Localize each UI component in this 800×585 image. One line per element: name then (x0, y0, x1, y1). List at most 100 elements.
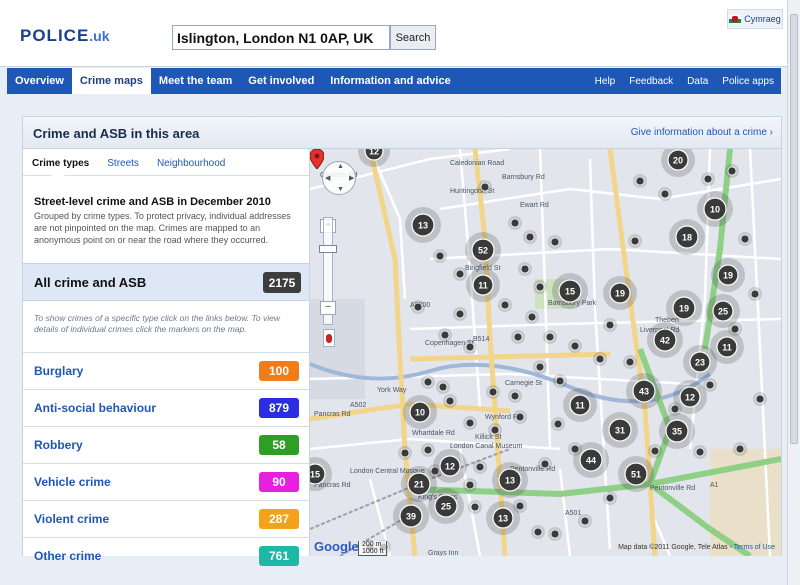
search-button[interactable]: Search (390, 25, 436, 50)
crime-cluster-marker[interactable]: 51 (618, 456, 654, 492)
crime-cluster-marker[interactable]: 39 (393, 498, 429, 534)
crime-cluster-marker[interactable]: 19 (666, 290, 702, 326)
crime-cluster-marker[interactable]: 43 (626, 373, 662, 409)
crime-marker-small[interactable] (553, 374, 567, 388)
crime-marker-small[interactable] (498, 298, 512, 312)
crime-cluster-marker[interactable]: 12 (433, 449, 467, 483)
crime-marker-small[interactable] (733, 442, 747, 456)
crime-marker-small[interactable] (511, 330, 525, 344)
nav-meet-the-team[interactable]: Meet the team (151, 68, 240, 94)
crime-marker-small[interactable] (453, 267, 467, 281)
crime-cluster-marker[interactable]: 44 (573, 442, 609, 478)
nav-feedback[interactable]: Feedback (622, 68, 680, 94)
crime-marker-small[interactable] (433, 249, 447, 263)
crime-cluster-marker[interactable]: 31 (602, 412, 638, 448)
pan-right-icon[interactable]: ▶ (349, 174, 354, 182)
crime-marker-small[interactable] (411, 300, 425, 314)
pan-control[interactable]: ▲ ▼ ◀ ▶ (322, 161, 356, 195)
crime-marker-small[interactable] (453, 307, 467, 321)
crime-marker-small[interactable] (603, 318, 617, 332)
crime-row-other-crime[interactable]: Other crime 761 (23, 537, 309, 574)
nav-data[interactable]: Data (680, 68, 715, 94)
street-view-pegman-icon[interactable] (323, 329, 335, 347)
crime-marker-small[interactable] (421, 375, 435, 389)
crime-marker-small[interactable] (525, 310, 539, 324)
crime-marker-small[interactable] (603, 491, 617, 505)
crime-cluster-marker[interactable]: 15 (552, 273, 588, 309)
crime-marker-small[interactable] (478, 180, 492, 194)
tab-neighbourhood[interactable]: Neighbourhood (148, 149, 234, 175)
crime-marker-small[interactable] (523, 230, 537, 244)
crime-cluster-marker[interactable]: 19 (711, 258, 745, 292)
nav-get-involved[interactable]: Get involved (240, 68, 322, 94)
nav-police-apps[interactable]: Police apps (715, 68, 781, 94)
crime-cluster-marker[interactable]: 13 (492, 462, 528, 498)
terms-of-use-link[interactable]: Terms of Use (734, 544, 775, 551)
crime-row-vehicle-crime[interactable]: Vehicle crime 90 (23, 463, 309, 500)
crime-cluster-marker[interactable]: 52 (465, 232, 501, 268)
crime-marker-small[interactable] (658, 187, 672, 201)
tab-streets[interactable]: Streets (98, 149, 148, 175)
crime-marker-small[interactable] (463, 340, 477, 354)
crime-cluster-marker[interactable]: 11 (466, 268, 500, 302)
crime-marker-small[interactable] (436, 380, 450, 394)
zoom-out-button[interactable]: − (320, 301, 336, 315)
crime-marker-small[interactable] (531, 525, 545, 539)
crime-marker-small[interactable] (533, 280, 547, 294)
crime-marker-small[interactable] (578, 514, 592, 528)
crime-marker-small[interactable] (551, 417, 565, 431)
crime-marker-small[interactable] (518, 262, 532, 276)
map-canvas[interactable]: Caledonian RoadBarnsbury RdHuntingdon St… (310, 149, 781, 556)
crime-cluster-marker[interactable]: 11 (563, 388, 597, 422)
crime-marker-small[interactable] (693, 445, 707, 459)
crime-marker-small[interactable] (508, 389, 522, 403)
crime-cluster-marker[interactable]: 18 (669, 219, 705, 255)
scrollbar-thumb[interactable] (790, 14, 798, 444)
give-information-link[interactable]: Give information about a crime › (631, 127, 773, 138)
crime-cluster-marker[interactable]: 13 (486, 501, 520, 535)
crime-marker-small[interactable] (738, 232, 752, 246)
crime-marker-small[interactable] (648, 444, 662, 458)
crime-marker-small[interactable] (486, 385, 500, 399)
crime-marker-small[interactable] (398, 446, 412, 460)
crime-marker-small[interactable] (538, 457, 552, 471)
crime-marker-small[interactable] (701, 172, 715, 186)
crime-cluster-marker[interactable]: 25 (706, 294, 740, 328)
crime-row-violent-crime[interactable]: Violent crime 287 (23, 500, 309, 537)
crime-marker-small[interactable] (548, 235, 562, 249)
crime-marker-small[interactable] (725, 164, 739, 178)
crime-marker-small[interactable] (593, 352, 607, 366)
crime-marker-small[interactable] (628, 234, 642, 248)
nav-information-advice[interactable]: Information and advice (322, 68, 458, 94)
crime-marker-small[interactable] (463, 478, 477, 492)
crime-row-burglary[interactable]: Burglary 100 (23, 352, 309, 389)
crime-row-robbery[interactable]: Robbery 58 (23, 426, 309, 463)
crime-cluster-marker[interactable]: 35 (659, 413, 695, 449)
page-scrollbar[interactable] (787, 0, 800, 585)
nav-help[interactable]: Help (588, 68, 623, 94)
crime-marker-small[interactable] (473, 460, 487, 474)
all-crime-row[interactable]: All crime and ASB 2175 (23, 263, 309, 301)
crime-cluster-marker[interactable]: 10 (697, 191, 733, 227)
tab-crime-types[interactable]: Crime types (23, 149, 98, 175)
location-search-input[interactable] (172, 25, 390, 50)
crime-marker-small[interactable] (508, 216, 522, 230)
crime-marker-small[interactable] (468, 500, 482, 514)
crime-row-anti-social-behaviour[interactable]: Anti-social behaviour 879 (23, 389, 309, 426)
pan-up-icon[interactable]: ▲ (337, 163, 344, 170)
crime-marker-small[interactable] (421, 443, 435, 457)
crime-map[interactable]: Caledonian Road Barnsbury Rd Huntingdon St… (310, 149, 781, 556)
crime-marker-small[interactable] (543, 330, 557, 344)
crime-marker-small[interactable] (533, 360, 547, 374)
crime-marker-small[interactable] (513, 410, 527, 424)
crime-cluster-marker[interactable]: 42 (647, 322, 683, 358)
crime-cluster-marker[interactable]: 19 (603, 276, 637, 310)
crime-marker-small[interactable] (753, 392, 767, 406)
crime-cluster-marker[interactable]: 12 (673, 380, 707, 414)
language-switch-link[interactable]: Cymraeg (727, 9, 783, 29)
police-uk-logo[interactable]: POLICE.uk (20, 26, 110, 46)
google-logo[interactable]: Google (314, 539, 359, 554)
crime-cluster-marker[interactable]: 13 (405, 207, 441, 243)
zoom-slider-handle[interactable] (319, 245, 337, 253)
crime-marker-small[interactable] (568, 339, 582, 353)
